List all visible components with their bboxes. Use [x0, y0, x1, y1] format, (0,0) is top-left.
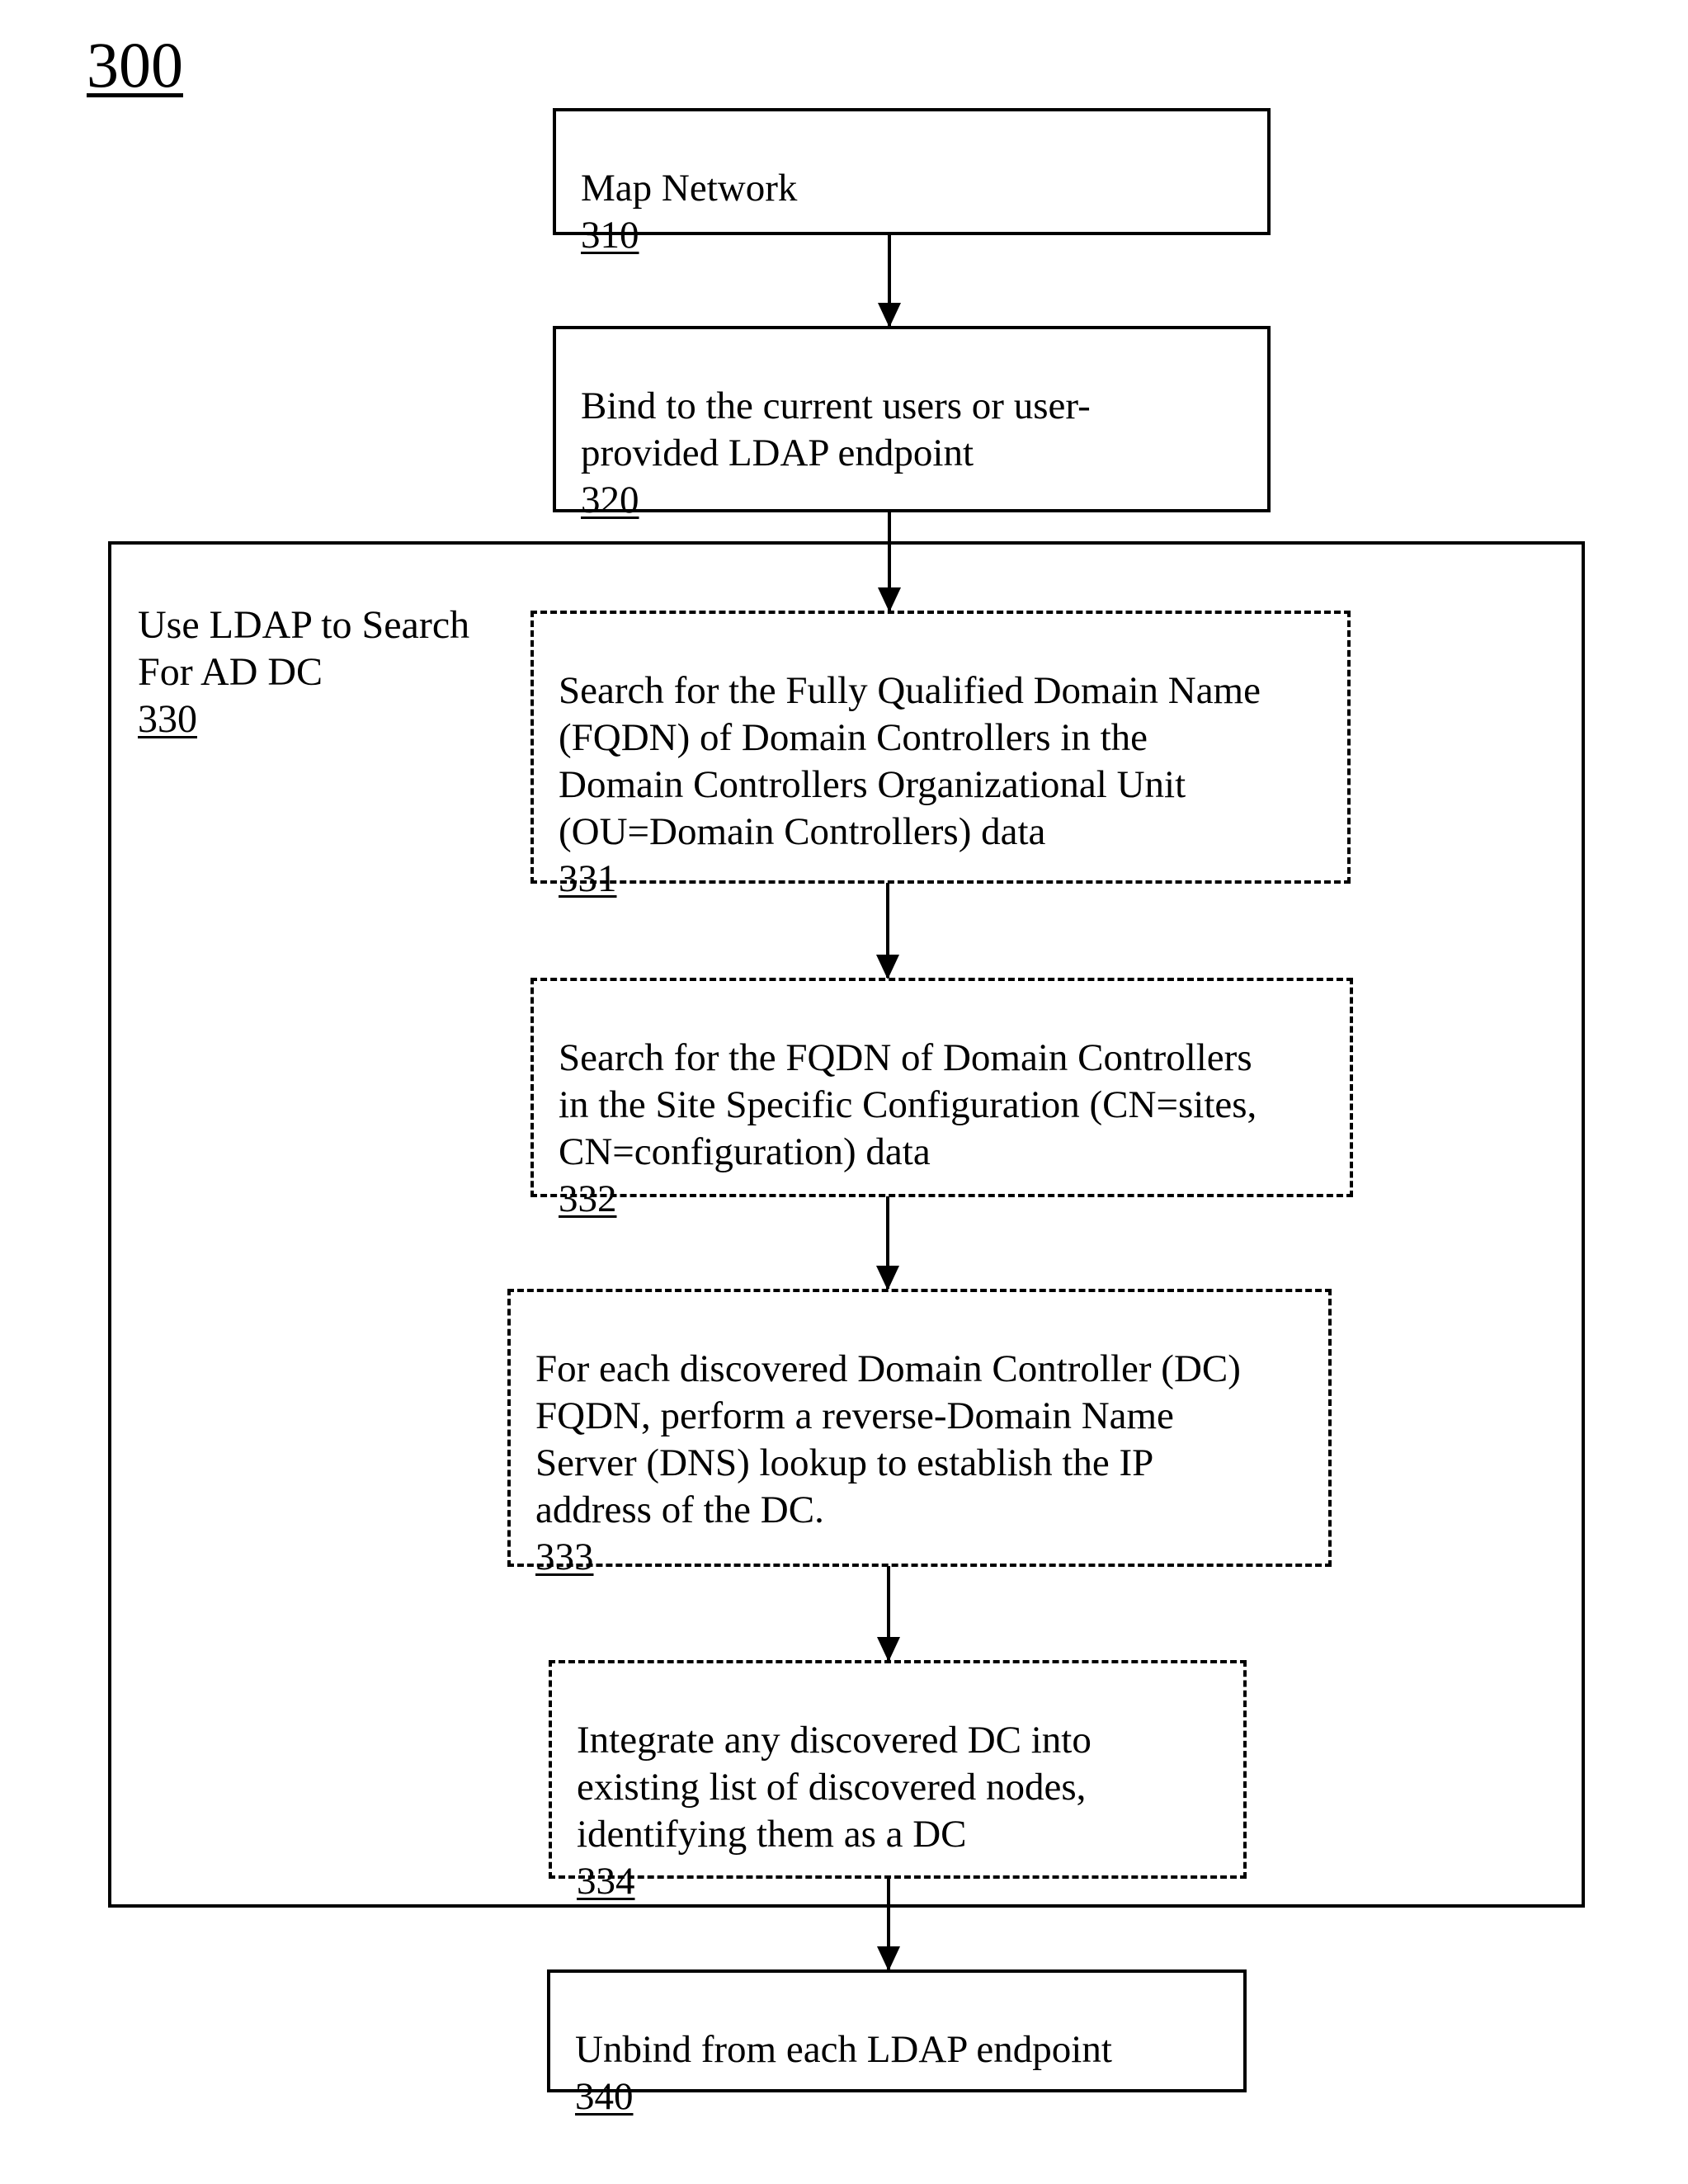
step-340-text-block: Unbind from each LDAP endpoint 340	[575, 1979, 1235, 2167]
step-334-ref: 334	[577, 1860, 635, 1903]
step-bind-ldap-endpoint: Bind to the current users or user- provi…	[553, 326, 1271, 521]
flow-arrow-331-to-332	[876, 883, 899, 979]
arrowhead-icon	[876, 955, 899, 979]
step-331-ref: 331	[559, 857, 617, 900]
step-330-label: Use LDAP to Search For AD DC	[138, 603, 470, 694]
arrowhead-icon	[877, 1637, 900, 1662]
step-320-ref: 320	[581, 479, 639, 521]
flow-arrow-310-to-320	[878, 234, 901, 328]
step-unbind-ldap: Unbind from each LDAP endpoint 340	[547, 1969, 1247, 2118]
figure-number: 300	[87, 29, 183, 101]
arrowhead-icon	[876, 1266, 899, 1290]
step-332-label: Search for the FQDN of Domain Controller…	[559, 1036, 1257, 1173]
step-310-label: Map Network	[581, 167, 798, 210]
step-integrate-dc: Integrate any discovered DC into existin…	[549, 1660, 1247, 1903]
flow-arrow-332-to-333	[876, 1196, 899, 1290]
step-331-label: Search for the Fully Qualified Domain Na…	[559, 669, 1261, 853]
step-340-label: Unbind from each LDAP endpoint	[575, 2028, 1112, 2071]
step-search-fqdn-sites: Search for the FQDN of Domain Controller…	[530, 978, 1353, 1220]
flow-arrow-334-to-340	[877, 1878, 900, 1971]
step-333-ref: 333	[535, 1535, 594, 1578]
arrowhead-icon	[877, 1946, 900, 1971]
step-map-network: Map Network 310	[553, 108, 1271, 257]
step-333-text-block: For each discovered Domain Controller (D…	[535, 1299, 1320, 1628]
step-332-ref: 332	[559, 1177, 617, 1220]
step-332-text-block: Search for the FQDN of Domain Controller…	[559, 988, 1341, 1270]
step-reverse-dns-lookup: For each discovered Domain Controller (D…	[507, 1289, 1332, 1578]
arrowhead-icon	[878, 587, 901, 612]
step-310-ref: 310	[581, 214, 639, 257]
flow-arrow-320-to-331	[878, 512, 901, 612]
step-340-ref: 340	[575, 2075, 634, 2118]
step-320-label: Bind to the current users or user- provi…	[581, 384, 1091, 474]
step-333-label: For each discovered Domain Controller (D…	[535, 1347, 1241, 1531]
step-320-text-block: Bind to the current users or user- provi…	[581, 336, 1259, 571]
step-334-label: Integrate any discovered DC into existin…	[577, 1719, 1092, 1856]
step-334-text-block: Integrate any discovered DC into existin…	[577, 1670, 1235, 1952]
arrowhead-icon	[878, 303, 901, 328]
step-310-text-block: Map Network 310	[581, 118, 1259, 306]
flow-arrow-333-to-334	[877, 1566, 900, 1662]
step-search-fqdn-ou: Search for the Fully Qualified Domain Na…	[530, 611, 1351, 900]
step-331-text-block: Search for the Fully Qualified Domain Na…	[559, 620, 1339, 950]
